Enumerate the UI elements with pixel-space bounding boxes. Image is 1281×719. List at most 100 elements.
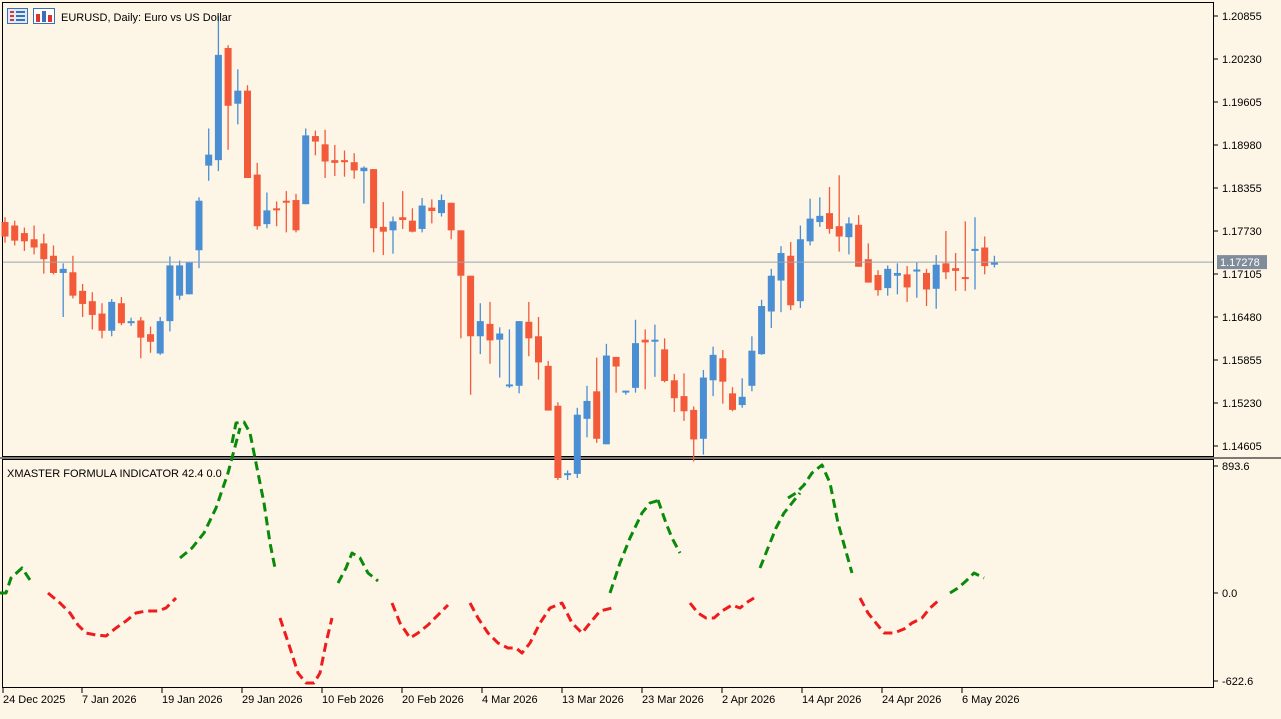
chart-bars-icon[interactable] — [33, 8, 55, 24]
price-tick-label: 1.16480 — [1222, 312, 1262, 324]
candle-body — [884, 268, 892, 289]
candle-body — [282, 200, 290, 203]
candle-body — [98, 313, 106, 331]
candle-body — [127, 321, 135, 324]
candle-body — [816, 215, 824, 223]
candle-body — [486, 323, 494, 341]
candle-body — [690, 409, 698, 440]
time-tick-label: 6 May 2026 — [962, 694, 1019, 706]
candle-body — [341, 160, 348, 163]
candle-body — [612, 356, 620, 367]
candle-body — [719, 358, 727, 382]
time-tick-label: 14 Apr 2026 — [802, 694, 861, 706]
candle-body — [467, 275, 475, 337]
candle-body — [758, 305, 766, 355]
candle-body — [360, 167, 368, 172]
candle-body — [961, 277, 969, 280]
candle-body — [399, 217, 407, 220]
current-price-label: 1.17278 — [1220, 257, 1260, 269]
candle-body — [418, 205, 426, 229]
candle-body — [20, 233, 28, 242]
candle-body — [69, 272, 77, 296]
candle-body — [234, 90, 242, 104]
menu-list-icon[interactable] — [7, 8, 28, 24]
price-tick-label: 1.15230 — [1222, 398, 1262, 410]
candle-body — [88, 301, 96, 315]
candle — [554, 402, 562, 481]
candle-body — [670, 380, 678, 399]
price-tick-label: 1.15855 — [1222, 355, 1262, 367]
indicator-tick-label: 893.6 — [1222, 461, 1250, 473]
time-tick-label: 2 Apr 2026 — [722, 694, 775, 706]
price-tick-label: 1.19605 — [1222, 97, 1262, 109]
indicator-title: XMASTER FORMULA INDICATOR 42.4 0.0 — [7, 468, 222, 480]
time-tick-label: 10 Feb 2026 — [322, 694, 384, 706]
candle-body — [263, 210, 271, 225]
candle — [602, 343, 610, 445]
candle-body — [59, 268, 67, 273]
time-tick-label: 19 Jan 2026 — [162, 694, 223, 706]
candle-body — [176, 265, 184, 296]
price-tick-label: 1.14605 — [1222, 441, 1262, 453]
candle — [302, 128, 310, 205]
candle-body — [1, 222, 9, 237]
candle-body — [709, 354, 717, 381]
chart-canvas[interactable]: 1.20855 1.20230 1.19605 1.18980 1.18355 1.177… — [0, 0, 1281, 714]
candle-body — [156, 321, 164, 354]
candle-body — [79, 290, 87, 304]
candle-body — [496, 333, 504, 340]
candle-body — [593, 391, 601, 439]
candle-body — [389, 221, 397, 231]
candle-body — [787, 255, 795, 306]
price-tick-label: 1.20855 — [1222, 11, 1262, 23]
price-tick-label: 1.18355 — [1222, 183, 1262, 195]
candle-body — [137, 320, 145, 338]
candle-body — [544, 365, 552, 411]
candle-body — [447, 202, 455, 231]
candle — [156, 317, 164, 355]
candle-body — [583, 400, 591, 419]
candle-body — [661, 349, 669, 381]
candle-body — [476, 321, 484, 337]
candle-body — [952, 268, 960, 271]
candle-body — [50, 255, 57, 273]
candle-body — [30, 239, 38, 248]
candle-body — [729, 393, 736, 410]
candle-body — [748, 350, 756, 386]
chart-background — [0, 0, 1281, 714]
candle-body — [932, 264, 940, 289]
candle — [108, 299, 116, 337]
candle-body — [505, 384, 513, 387]
candle-body — [767, 275, 775, 312]
candle-body — [622, 390, 630, 393]
candle-body — [457, 230, 465, 276]
candle-body — [117, 303, 125, 324]
time-tick-label: 13 Mar 2026 — [562, 694, 624, 706]
indicator-tick-label: 0.0 — [1222, 588, 1237, 600]
candle-body — [195, 200, 203, 251]
time-tick-label: 4 Mar 2026 — [482, 694, 538, 706]
candle — [515, 321, 523, 394]
candle-body — [214, 54, 222, 161]
candle-body — [40, 243, 48, 260]
candle-body — [302, 135, 310, 205]
candle-body — [632, 343, 639, 388]
candle-body — [379, 226, 387, 232]
candle — [244, 85, 251, 179]
candle-body — [826, 213, 833, 229]
candle-body — [408, 220, 416, 232]
candle — [758, 299, 766, 355]
candle-body — [913, 269, 921, 272]
time-tick-label: 20 Feb 2026 — [402, 694, 464, 706]
candle-body — [699, 377, 707, 439]
candle-body — [903, 274, 911, 288]
candle-body — [292, 200, 300, 231]
candle-body — [535, 336, 542, 363]
candle — [166, 256, 174, 332]
candle-body — [438, 200, 445, 214]
candle-body — [525, 321, 533, 339]
candle-body — [331, 160, 339, 163]
candle-body — [796, 239, 804, 302]
candle — [176, 260, 184, 300]
candle-body — [564, 473, 572, 476]
